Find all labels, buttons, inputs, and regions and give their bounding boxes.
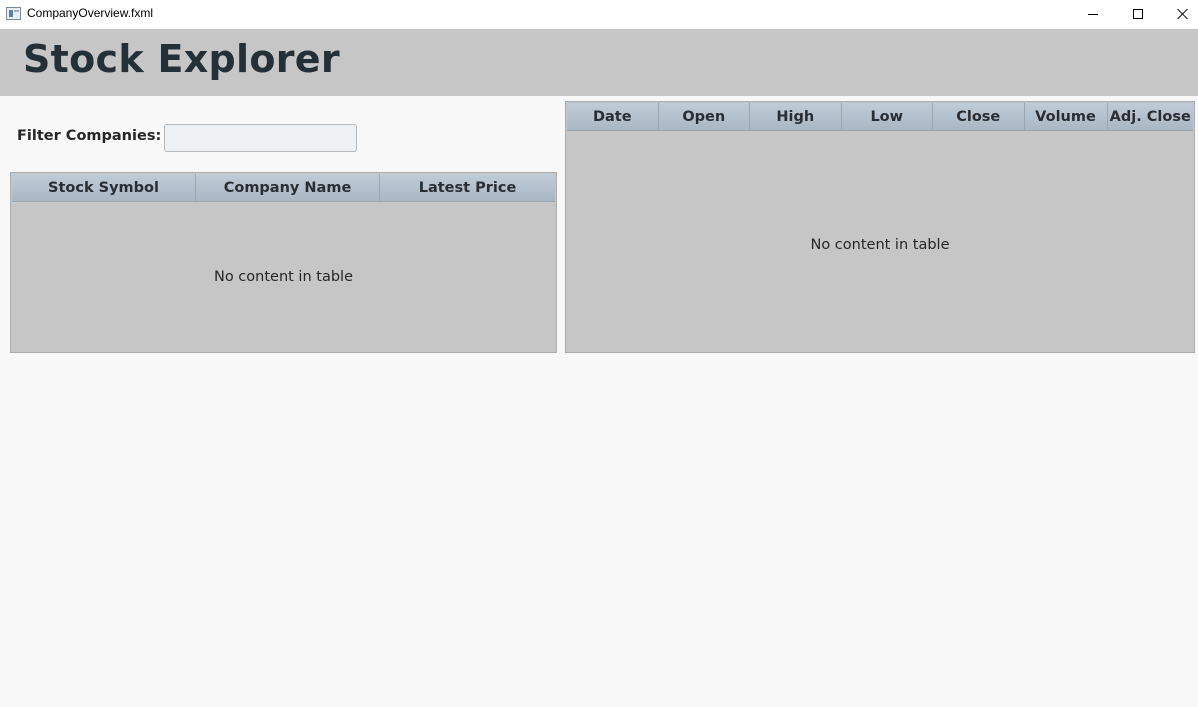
column-header-volume[interactable]: Volume — [1025, 103, 1108, 131]
column-header-date[interactable]: Date — [567, 103, 659, 131]
companies-table-empty-placeholder: No content in table — [213, 269, 353, 285]
stock-history-table-empty-placeholder: No content in table — [810, 237, 950, 253]
companies-table[interactable]: Stock Symbol Company Name Latest Price N… — [10, 172, 557, 353]
column-header-adj-close[interactable]: Adj. Close — [1108, 103, 1194, 131]
minimize-icon — [1088, 13, 1098, 15]
close-button[interactable] — [1160, 0, 1198, 28]
window-title-bar: CompanyOverview.fxml — [0, 0, 1198, 28]
filter-companies-label: Filter Companies: — [17, 128, 162, 144]
maximize-button[interactable] — [1115, 0, 1161, 28]
minimize-button[interactable] — [1070, 0, 1116, 28]
column-header-company-name[interactable]: Company Name — [196, 174, 380, 202]
maximize-icon — [1133, 9, 1143, 19]
companies-table-header: Stock Symbol Company Name Latest Price — [12, 174, 555, 202]
column-header-high[interactable]: High — [750, 103, 842, 131]
window-title: CompanyOverview.fxml — [27, 6, 154, 20]
app-header: Stock Explorer — [0, 29, 1198, 96]
java-app-icon — [6, 7, 21, 20]
column-header-stock-symbol[interactable]: Stock Symbol — [12, 174, 196, 202]
column-header-latest-price[interactable]: Latest Price — [380, 174, 555, 202]
column-header-low[interactable]: Low — [842, 103, 933, 131]
page-title: Stock Explorer — [23, 37, 340, 81]
close-icon — [1177, 8, 1189, 20]
filter-companies-input[interactable] — [164, 124, 357, 152]
column-header-close[interactable]: Close — [933, 103, 1025, 131]
stock-history-table[interactable]: Date Open High Low Close Volume Adj. Clo… — [565, 101, 1195, 353]
column-header-open[interactable]: Open — [659, 103, 750, 131]
stock-history-table-header: Date Open High Low Close Volume Adj. Clo… — [567, 103, 1193, 131]
